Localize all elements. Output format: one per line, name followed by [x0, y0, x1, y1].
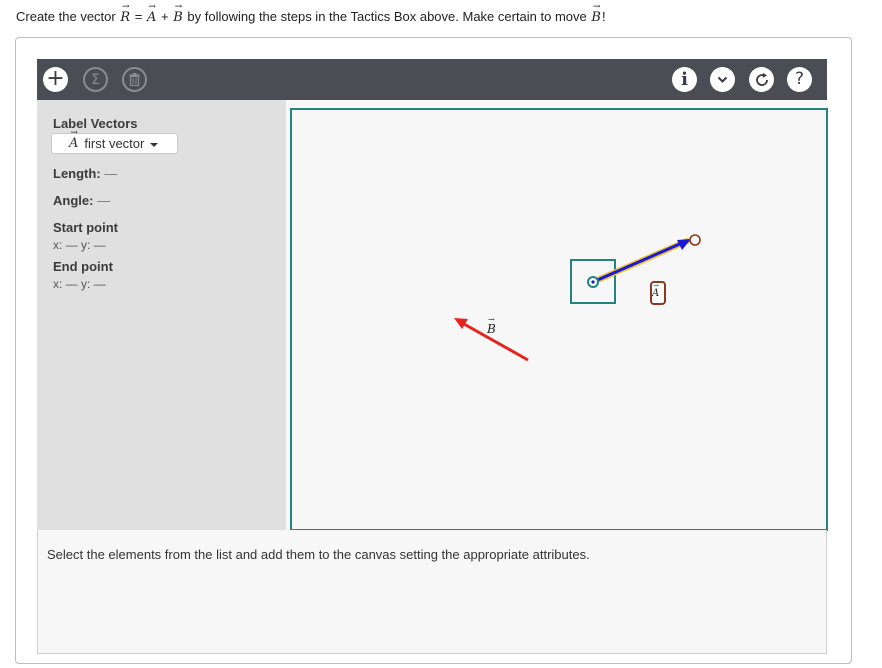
vector-arrow-glyph: →: [174, 2, 183, 12]
vector-B-symbol-end: → B: [590, 3, 602, 26]
vector-A-tail-dot: [591, 280, 595, 284]
label-vectors-heading: Label Vectors: [53, 116, 138, 131]
dropdown-vector-symbol: → A: [68, 129, 79, 152]
caret-down-icon: [150, 142, 159, 147]
sigma-icon: Σ: [91, 71, 100, 88]
instruction-suffix: by following the steps in the Tactics Bo…: [187, 9, 587, 24]
vector-A-letter: A: [146, 10, 157, 25]
dropdown-vector-letter: A: [69, 136, 79, 151]
vector-B-canvas-letter: B: [487, 322, 496, 336]
options-dropdown-button[interactable]: [710, 67, 735, 92]
vector-B-letter: B: [173, 10, 183, 25]
exclamation: !: [601, 9, 606, 24]
canvas-svg: [454, 234, 701, 362]
vector-arrow-glyph: →: [592, 2, 601, 12]
instruction-prefix: Create the vector: [16, 9, 116, 24]
dropdown-selected-text: first vector: [84, 136, 145, 151]
vector-A-head-handle[interactable]: [689, 234, 701, 246]
info-icon: i: [681, 68, 688, 90]
vector-R-letter: R: [120, 10, 131, 25]
vector-A-symbol: → A: [146, 3, 157, 26]
plus-icon: +: [46, 65, 65, 91]
length-value: —: [104, 166, 118, 181]
add-element-button[interactable]: +: [43, 67, 68, 92]
vector-arrow-glyph: →: [70, 128, 78, 138]
trash-icon: [129, 73, 140, 86]
toolbar: + Σ i ?: [37, 59, 827, 100]
vector-label-dropdown[interactable]: → A first vector: [51, 129, 178, 154]
vector-A-canvas-label[interactable]: → A: [652, 282, 659, 299]
vector-B-letter-end: B: [591, 10, 601, 25]
end-point-coords: x: — y: —: [53, 277, 106, 291]
help-icon: ?: [794, 69, 805, 89]
properties-panel: [37, 100, 286, 530]
length-label: Length:: [53, 166, 101, 181]
vector-A-line[interactable]: [592, 241, 683, 284]
vector-arrow-glyph: →: [121, 2, 130, 12]
info-button[interactable]: i: [672, 67, 697, 92]
vector-arrow-glyph: →: [148, 2, 156, 12]
vector-arrow-glyph: →: [488, 315, 495, 324]
feedback-text: Select the elements from the list and ad…: [47, 547, 590, 562]
length-row: Length: —: [53, 166, 117, 181]
drawing-canvas[interactable]: [290, 108, 828, 531]
angle-row: Angle: —: [53, 193, 110, 208]
vector-B-symbol: → B: [172, 3, 184, 26]
vector-arrow-glyph: →: [653, 282, 659, 290]
delete-button[interactable]: [122, 67, 147, 92]
angle-value: —: [97, 193, 111, 208]
end-point-label: End point: [53, 259, 113, 274]
vector-B-line[interactable]: [463, 322, 529, 362]
plus-sign: +: [161, 9, 169, 24]
instruction-text: Create the vector → R = → A + → B by follow…: [16, 3, 606, 26]
reset-icon: [755, 72, 768, 86]
equals-sign: =: [134, 9, 143, 24]
start-point-coords: x: — y: —: [53, 238, 106, 252]
chevron-down-icon: [717, 76, 728, 83]
angle-label: Angle:: [53, 193, 94, 208]
help-button[interactable]: ?: [787, 67, 812, 92]
vector-B-canvas-label[interactable]: → B: [487, 315, 496, 336]
sum-button[interactable]: Σ: [83, 67, 108, 92]
reset-button[interactable]: [749, 67, 774, 92]
start-point-label: Start point: [53, 220, 118, 235]
vector-R-symbol: → R: [119, 3, 131, 26]
